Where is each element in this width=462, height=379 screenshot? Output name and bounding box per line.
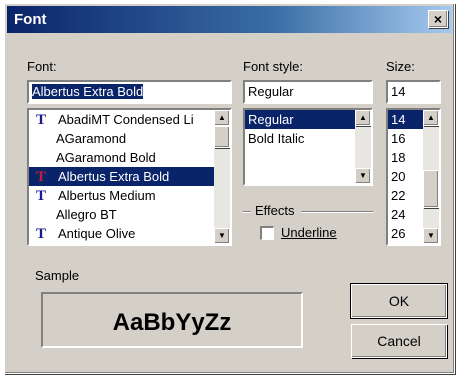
scroll-down-icon[interactable]: ▼ (423, 228, 439, 244)
close-icon[interactable]: × (428, 10, 448, 28)
size-item-label: 20 (391, 169, 406, 184)
size-item-label: 22 (391, 188, 406, 203)
style-item-label: Regular (248, 112, 294, 127)
scroll-up-icon[interactable]: ▲ (423, 110, 439, 126)
font-style-list[interactable]: Regular Bold Italic ▲ ▼ (243, 108, 373, 186)
font-item-label: Allegro BT (56, 207, 117, 222)
size-item[interactable]: 22 (388, 186, 423, 205)
font-list[interactable]: T AbadiMT Condensed Li AGaramond AGaramond … (27, 108, 232, 246)
font-item[interactable]: AGaramond (29, 129, 214, 148)
scroll-down-icon[interactable]: ▼ (214, 228, 230, 244)
size-item[interactable]: 24 (388, 205, 423, 224)
size-item-label: 14 (391, 112, 406, 127)
size-item[interactable]: 16 (388, 129, 423, 148)
font-style-label: Font style: (243, 59, 303, 74)
truetype-icon: T (36, 226, 47, 242)
font-item[interactable]: T AbadiMT Condensed Li (29, 110, 214, 129)
style-item[interactable]: Regular (245, 110, 355, 129)
size-list[interactable]: 14 16 18 20 22 24 26 ▲ ▼ (386, 108, 441, 246)
size-item-label: 26 (391, 226, 406, 241)
sample-preview: AaBbYyZz (41, 292, 303, 348)
underline-label[interactable]: Underline (281, 225, 337, 240)
font-item[interactable]: T Antique Olive (29, 224, 214, 243)
size-input[interactable]: 14 (386, 80, 441, 104)
size-item-label: 18 (391, 150, 406, 165)
size-item-label: 16 (391, 131, 406, 146)
window-title: Font (14, 11, 47, 28)
style-list-scrollbar[interactable]: ▲ ▼ (355, 110, 371, 184)
font-item[interactable]: Allegro BT (29, 205, 214, 224)
style-items: Regular Bold Italic (245, 110, 371, 148)
font-items: T AbadiMT Condensed Li AGaramond AGaramond … (29, 110, 230, 243)
font-item-label: Albertus Extra Bold (58, 169, 170, 184)
truetype-icon: T (36, 188, 47, 204)
font-style-input[interactable]: Regular (243, 80, 373, 104)
size-label: Size: (386, 59, 415, 74)
size-item[interactable]: 14 (388, 110, 423, 129)
sample-label: Sample (35, 268, 80, 283)
font-item-label: Antique Olive (58, 226, 136, 241)
font-dialog: Font × Font: Albertus Extra Bold T AbadiM… (4, 3, 455, 374)
cancel-button[interactable]: Cancel (351, 324, 447, 358)
font-item[interactable]: T Albertus Extra Bold (29, 167, 214, 186)
effects-group-line (243, 211, 251, 213)
scroll-thumb[interactable] (214, 126, 230, 148)
sample-text: AaBbYyZz (112, 309, 232, 336)
effects-label: Effects (255, 203, 295, 218)
ok-button[interactable]: OK (350, 283, 448, 319)
style-item-label: Bold Italic (248, 131, 305, 146)
scroll-thumb[interactable] (423, 170, 439, 208)
scroll-down-icon[interactable]: ▼ (355, 168, 371, 184)
font-item[interactable]: AGaramond Bold (29, 148, 214, 167)
font-list-scrollbar[interactable]: ▲ ▼ (214, 110, 230, 244)
effects-group-line (301, 211, 373, 213)
size-list-scrollbar[interactable]: ▲ ▼ (423, 110, 439, 244)
underline-checkbox[interactable] (260, 226, 274, 240)
font-item-label: AGaramond Bold (56, 150, 156, 165)
style-item[interactable]: Bold Italic (245, 129, 355, 148)
scroll-up-icon[interactable]: ▲ (214, 110, 230, 126)
size-item-label: 24 (391, 207, 406, 222)
size-item[interactable]: 20 (388, 167, 423, 186)
truetype-icon: T (36, 169, 47, 185)
font-label: Font: (27, 59, 57, 74)
truetype-icon: T (36, 112, 47, 128)
font-item-label: AGaramond (56, 131, 127, 146)
title-bar[interactable]: Font × (7, 6, 452, 33)
size-item[interactable]: 26 (388, 224, 423, 243)
font-item[interactable]: T Albertus Medium (29, 186, 214, 205)
font-name-input[interactable]: Albertus Extra Bold (27, 80, 232, 104)
font-item-label: Albertus Medium (58, 188, 156, 203)
scroll-up-icon[interactable]: ▲ (355, 110, 371, 126)
font-name-value: Albertus Extra Bold (32, 84, 144, 99)
size-item[interactable]: 18 (388, 148, 423, 167)
font-item-label: AbadiMT Condensed Li (58, 112, 194, 127)
